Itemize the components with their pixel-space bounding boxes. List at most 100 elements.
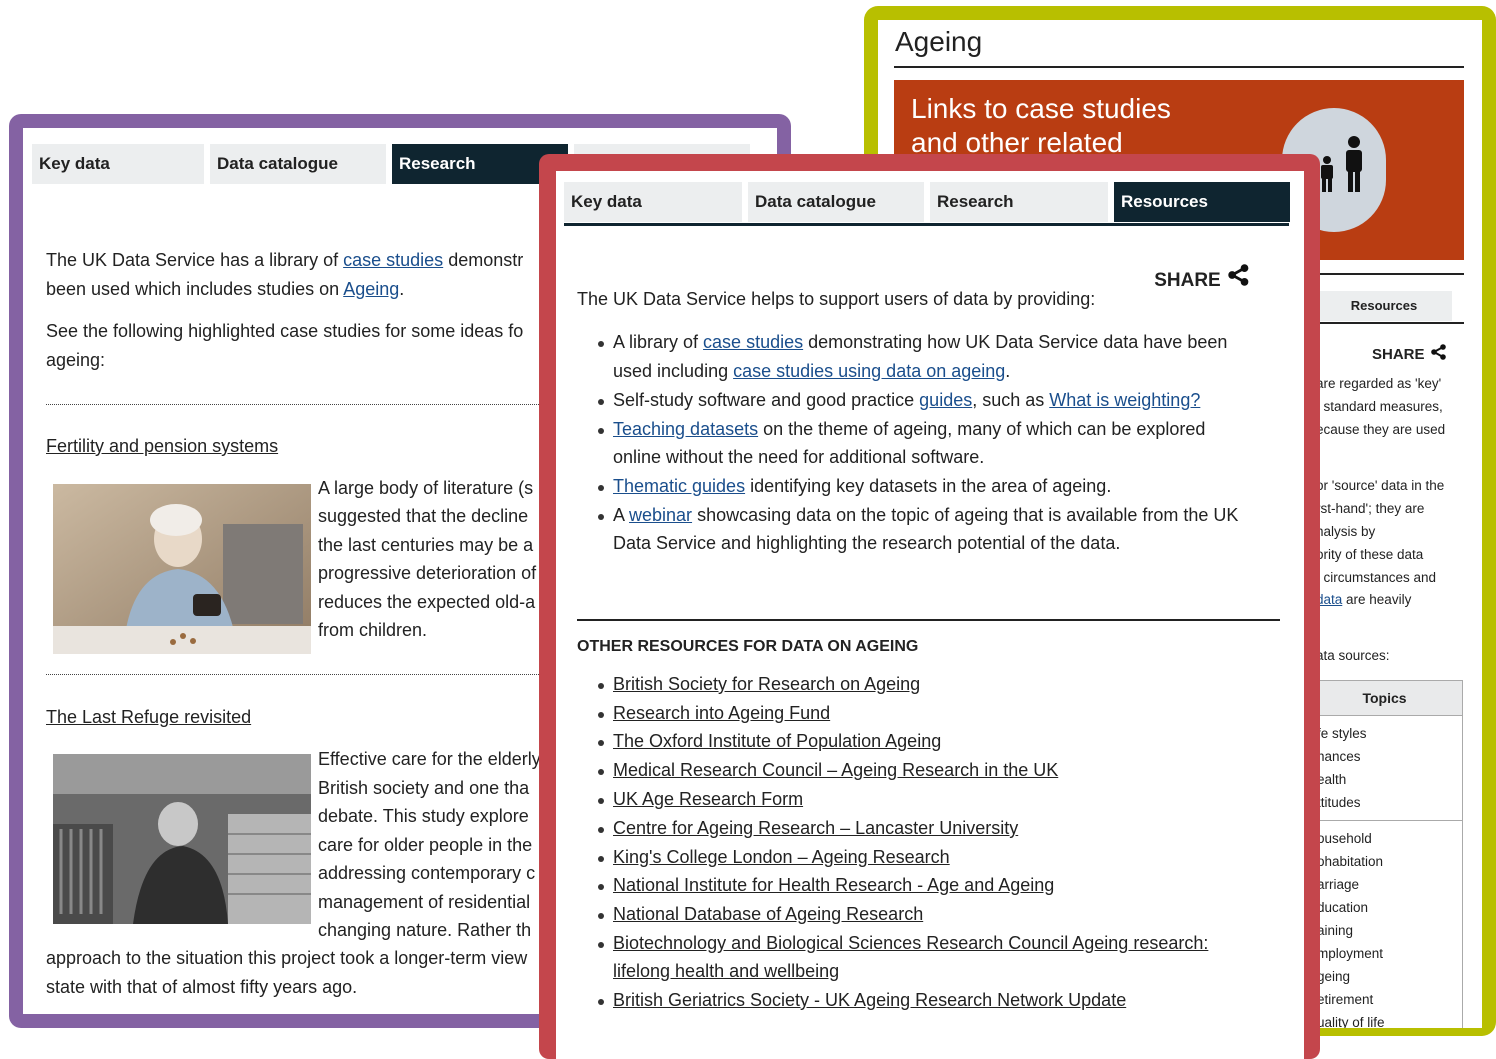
- section-heading: OTHER RESOURCES FOR DATA ON AGEING: [577, 638, 919, 655]
- bullet: [598, 856, 604, 862]
- case-study-text: debate. This study explore: [318, 806, 529, 826]
- share-label: SHARE: [1154, 270, 1221, 291]
- resource-link[interactable]: King's College London – Ageing Research: [613, 847, 950, 868]
- table-cell: ousehold: [1317, 831, 1372, 846]
- case-study-text: care for older people in the: [318, 835, 533, 855]
- case-study-text: changing nature. Rather th: [318, 920, 532, 940]
- body-text: ata sources:: [1316, 648, 1390, 663]
- resources-page-content: Key data Data catalogue Research Resourc…: [556, 171, 1304, 1059]
- text-span: A library of: [613, 332, 704, 352]
- resource-link[interactable]: Centre for Ageing Research – Lancaster U…: [613, 818, 1018, 839]
- case-study-text: progressive deterioration of: [318, 563, 537, 583]
- intro-text: The UK Data Service has a library of cas…: [46, 250, 523, 271]
- table-cell: fe styles: [1317, 726, 1367, 741]
- list-item: Self-study software and good practice gu…: [613, 390, 1200, 411]
- divider: [577, 619, 1280, 621]
- case-study-link[interactable]: The Last Refuge revisited: [46, 707, 251, 728]
- text-span: .: [399, 279, 405, 299]
- resource-link[interactable]: The Oxford Institute of Population Agein…: [613, 731, 941, 752]
- list-item-cont: used including case studies using data o…: [613, 361, 1010, 382]
- case-study-text: state with that of almost fifty years ag…: [46, 977, 358, 997]
- case-study-text: reduces the expected old-a: [318, 592, 536, 612]
- case-study-text: addressing contemporary c: [318, 863, 536, 883]
- banner-text: Links to case studies and other related: [911, 92, 1171, 160]
- bullet: [598, 341, 604, 347]
- text-span: demonstrating how UK Data Service data h…: [803, 332, 1228, 352]
- body-text: f standard measures,: [1316, 399, 1443, 414]
- text-span: .: [1005, 361, 1011, 381]
- table-cell: arriage: [1317, 877, 1360, 892]
- body-text-tail: are heavily: [1342, 592, 1412, 607]
- tab-data-catalogue[interactable]: Data catalogue: [748, 182, 924, 222]
- list-item: Thematic guides identifying key datasets…: [613, 476, 1111, 497]
- webinar-link[interactable]: webinar: [629, 505, 692, 525]
- bullet: [598, 399, 604, 405]
- divider: [894, 66, 1464, 68]
- tab-data-catalogue[interactable]: Data catalogue: [210, 144, 386, 184]
- share-button[interactable]: SHARE: [1372, 344, 1447, 363]
- resource-link[interactable]: Research into Ageing Fund: [613, 703, 830, 724]
- text-span: Self-study software and good practice: [613, 390, 920, 410]
- text-span: on the theme of ageing, many of which ca…: [758, 419, 1206, 439]
- share-label: SHARE: [1372, 346, 1425, 363]
- table-cell: nances: [1317, 749, 1361, 764]
- table-cell: etirement: [1317, 992, 1374, 1007]
- tab-key-data[interactable]: Key data: [32, 144, 204, 184]
- tab-resources[interactable]: Resources: [1114, 182, 1290, 222]
- list-item: A library of case studies demonstrating …: [613, 332, 1227, 353]
- case-study-text: the last centuries may be a: [318, 535, 534, 555]
- case-study-text: Effective care for the elderly: [318, 749, 541, 769]
- tab-resources[interactable]: Resources: [1316, 291, 1452, 321]
- text-span: The UK Data Service has a library of: [46, 250, 344, 270]
- bullet: [598, 428, 604, 434]
- tab-key-data[interactable]: Key data: [564, 182, 742, 222]
- resource-link[interactable]: UK Age Research Form: [613, 789, 803, 810]
- table-cell: geing: [1317, 969, 1351, 984]
- case-studies-link[interactable]: case studies: [343, 250, 443, 270]
- resource-link[interactable]: National Institute for Health Research -…: [613, 875, 1054, 896]
- resource-link[interactable]: Biotechnology and Biological Sciences Re…: [613, 933, 1208, 954]
- weighting-link[interactable]: What is weighting?: [1049, 390, 1200, 410]
- case-study-text: approach to the situation this project t…: [46, 948, 528, 968]
- resource-link[interactable]: Medical Research Council – Ageing Resear…: [613, 760, 1058, 781]
- page-title: Ageing: [895, 26, 983, 57]
- table-cell: ttitudes: [1317, 795, 1361, 810]
- tab-research[interactable]: Research: [930, 182, 1108, 222]
- intro-text: ageing:: [46, 350, 106, 370]
- list-item-cont: online without the need for additional s…: [613, 447, 985, 467]
- guides-link[interactable]: guides: [919, 390, 972, 410]
- bullet: [598, 999, 604, 1005]
- text-span: been used which includes studies on: [46, 279, 344, 299]
- thematic-guides-link[interactable]: Thematic guides: [613, 476, 745, 496]
- intro-text: See the following highlighted case studi…: [46, 321, 524, 341]
- text-span: A: [613, 505, 630, 525]
- table-cell: mployment: [1317, 946, 1384, 961]
- list-item: Teaching datasets on the theme of ageing…: [613, 419, 1205, 440]
- case-study-link[interactable]: Fertility and pension systems: [46, 436, 278, 457]
- resource-link[interactable]: National Database of Ageing Research: [613, 904, 923, 925]
- body-text: rst-hand'; they are: [1316, 501, 1425, 516]
- share-button[interactable]: SHARE: [1154, 264, 1250, 292]
- care-home-photo: [53, 754, 311, 924]
- body-text: are regarded as 'key': [1316, 376, 1442, 391]
- resource-link[interactable]: British Society for Research on Ageing: [613, 674, 920, 695]
- bullet: [598, 514, 604, 520]
- text-span: , such as: [972, 390, 1050, 410]
- case-studies-link[interactable]: case studies: [703, 332, 803, 352]
- bullet: [598, 827, 604, 833]
- elderly-woman-photo: [53, 484, 311, 654]
- body-text: nalysis by: [1316, 524, 1376, 539]
- resources-page-card: Key data Data catalogue Research Resourc…: [539, 154, 1320, 1059]
- resource-link[interactable]: lifelong health and wellbeing: [613, 961, 839, 982]
- ageing-case-studies-link[interactable]: case studies using data on ageing: [733, 361, 1005, 381]
- ageing-link[interactable]: Ageing: [343, 279, 399, 299]
- case-study-text: A large body of literature (s: [318, 478, 534, 498]
- table-header: Topics: [1307, 681, 1462, 716]
- resource-link[interactable]: British Geriatrics Society - UK Ageing R…: [613, 990, 1126, 1011]
- body-text: , circumstances and: [1316, 570, 1437, 585]
- teaching-datasets-link[interactable]: Teaching datasets: [613, 419, 758, 439]
- body-text: ority of these data: [1316, 547, 1424, 562]
- list-item-cont: Data Service and highlighting the resear…: [613, 533, 1121, 553]
- topics-table: Topics fe styles nances ealth ttitudes o…: [1306, 680, 1463, 1028]
- case-study-text: British society and one tha: [318, 778, 530, 798]
